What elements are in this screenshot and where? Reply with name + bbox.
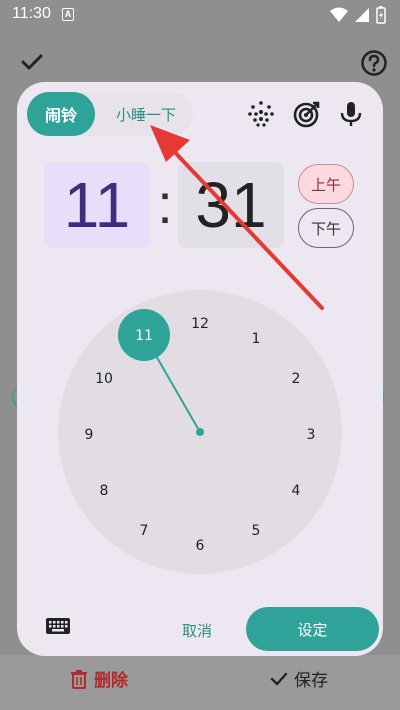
clock-selected-hour: 11 xyxy=(135,328,153,344)
time-picker-dialog: 闹铃 小睡一下 11 : 31 上午 下午 11 12 1 2 3 4 5 6 … xyxy=(17,82,383,656)
clock-number-3[interactable]: 3 xyxy=(307,427,316,443)
am-button[interactable]: 上午 xyxy=(298,164,354,204)
pm-button[interactable]: 下午 xyxy=(298,208,354,248)
set-button[interactable]: 设定 xyxy=(246,607,379,651)
sunrise-dots-icon[interactable] xyxy=(247,100,275,128)
status-bar: 11:30 A xyxy=(0,0,400,30)
check-icon[interactable] xyxy=(20,50,44,74)
bottom-bar xyxy=(0,655,400,710)
clock-dial[interactable]: 11 12 1 2 3 4 5 6 7 8 9 10 xyxy=(58,290,342,574)
save-check-icon xyxy=(270,672,288,685)
wifi-icon xyxy=(330,7,348,22)
trash-icon xyxy=(71,669,87,689)
tab-nap-label: 小睡一下 xyxy=(115,105,176,124)
time-separator: : xyxy=(157,172,173,235)
help-icon[interactable] xyxy=(360,49,388,77)
delete-button[interactable]: 删除 xyxy=(70,666,128,691)
clock-center xyxy=(196,428,204,436)
target-icon[interactable] xyxy=(293,100,321,128)
cancel-button[interactable]: 取消 xyxy=(167,610,227,650)
save-button[interactable]: 保存 xyxy=(270,666,328,691)
status-icons xyxy=(330,6,386,24)
clock-number-7[interactable]: 7 xyxy=(140,523,149,539)
minute-display[interactable]: 31 xyxy=(178,162,284,248)
clock-number-5[interactable]: 5 xyxy=(252,523,261,539)
clock-number-10[interactable]: 10 xyxy=(95,371,113,387)
save-label: 保存 xyxy=(294,671,328,691)
battery-icon xyxy=(376,6,386,24)
clock-number-2[interactable]: 2 xyxy=(292,371,301,387)
clock-number-8[interactable]: 8 xyxy=(100,483,109,499)
clock-number-9[interactable]: 9 xyxy=(85,427,94,443)
tab-alarm[interactable]: 闹铃 xyxy=(27,92,95,136)
keyboard-icon[interactable] xyxy=(45,616,71,636)
clock-number-1[interactable]: 1 xyxy=(252,331,261,347)
hour-display[interactable]: 11 xyxy=(44,162,150,248)
clock-number-6[interactable]: 6 xyxy=(196,538,205,554)
mode-segmented-control: 闹铃 小睡一下 xyxy=(27,92,193,136)
clock-number-12[interactable]: 12 xyxy=(191,316,209,332)
tab-nap[interactable]: 小睡一下 xyxy=(101,92,191,136)
status-time: 11:30 xyxy=(12,5,51,22)
clock-number-4[interactable]: 4 xyxy=(292,483,301,499)
microphone-icon[interactable] xyxy=(337,100,365,128)
notification-badge: A xyxy=(62,8,74,21)
tab-alarm-label: 闹铃 xyxy=(44,106,77,125)
delete-label: 删除 xyxy=(94,671,128,691)
signal-icon xyxy=(355,8,369,22)
